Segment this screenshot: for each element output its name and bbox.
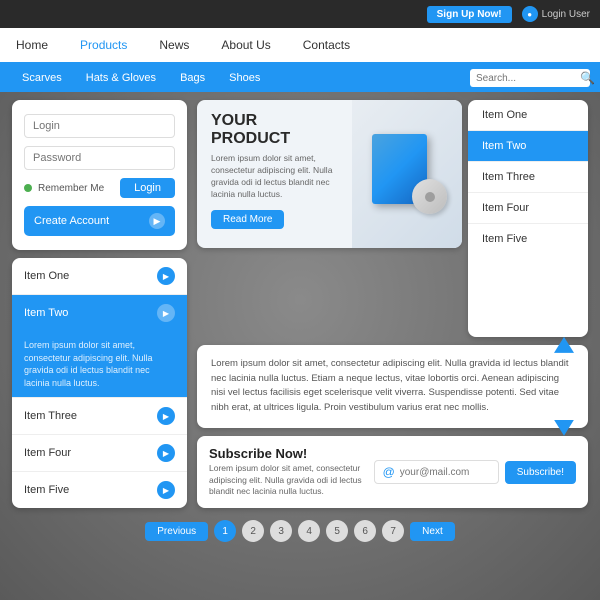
acc-play-4: ▶	[157, 444, 175, 462]
acc-play-2: ▶	[157, 304, 175, 322]
product-3d-image	[367, 129, 447, 219]
product-description: Lorem ipsum dolor sit amet, consectetur …	[211, 153, 338, 201]
user-icon: ●	[522, 6, 538, 22]
side-item-3[interactable]: Item Three	[468, 162, 588, 193]
read-more-button[interactable]: Read More	[211, 210, 284, 229]
acc-item-1: Item One ▶	[12, 258, 187, 295]
pagination-row: Previous 1 2 3 4 5 6 7 Next	[0, 520, 600, 542]
product-title: YOUR PRODUCT	[211, 112, 338, 147]
right-column: YOUR PRODUCT Lorem ipsum dolor sit amet,…	[197, 100, 588, 508]
subnav-bags[interactable]: Bags	[168, 72, 217, 84]
prev-button[interactable]: Previous	[145, 522, 208, 541]
email-input-wrap: @	[374, 460, 499, 484]
content-area: Remember Me Login Create Account ▶ Item …	[0, 92, 600, 516]
subnav-hats[interactable]: Hats & Gloves	[74, 72, 168, 84]
subnav-shoes[interactable]: Shoes	[217, 72, 272, 84]
side-item-5[interactable]: Item Five	[468, 224, 588, 254]
subnav-scarves[interactable]: Scarves	[10, 72, 74, 84]
page-7[interactable]: 7	[382, 520, 404, 542]
side-item-4[interactable]: Item Four	[468, 193, 588, 224]
acc-label-5: Item Five	[24, 484, 69, 496]
login-button[interactable]: Login	[120, 178, 175, 198]
subscribe-panel: Subscribe Now! Lorem ipsum dolor sit ame…	[197, 436, 588, 509]
sub-nav: Scarves Hats & Gloves Bags Shoes 🔍	[0, 64, 600, 92]
acc-header-3[interactable]: Item Three ▶	[12, 398, 187, 434]
product-text: YOUR PRODUCT Lorem ipsum dolor sit amet,…	[197, 100, 352, 248]
nav-item-contacts[interactable]: Contacts	[287, 28, 366, 64]
page-2[interactable]: 2	[242, 520, 264, 542]
page-3[interactable]: 3	[270, 520, 292, 542]
subscribe-input-area: @ Subscribe!	[374, 460, 576, 484]
login-input[interactable]	[24, 114, 175, 138]
subscribe-button[interactable]: Subscribe!	[505, 461, 576, 484]
scroll-up-arrow[interactable]	[554, 337, 574, 353]
acc-header-2[interactable]: Item Two ▶	[12, 295, 187, 331]
remember-label: Remember Me	[38, 183, 114, 194]
nav-item-about[interactable]: About Us	[205, 28, 286, 64]
nav-item-home[interactable]: Home	[0, 28, 64, 64]
acc-label-2: Item Two	[24, 307, 68, 319]
email-icon: @	[383, 465, 395, 479]
acc-item-2: Item Two ▶ Lorem ipsum dolor sit amet, c…	[12, 295, 187, 398]
page-1[interactable]: 1	[214, 520, 236, 542]
acc-play-3: ▶	[157, 407, 175, 425]
acc-label-1: Item One	[24, 270, 69, 282]
search-area: 🔍	[470, 69, 590, 87]
left-column: Remember Me Login Create Account ▶ Item …	[12, 100, 187, 508]
acc-item-3: Item Three ▶	[12, 398, 187, 435]
side-item-1[interactable]: Item One	[468, 100, 588, 131]
create-account-label: Create Account	[34, 215, 109, 227]
page-4[interactable]: 4	[298, 520, 320, 542]
acc-play-5: ▶	[157, 481, 175, 499]
side-item-2[interactable]: Item Two	[468, 131, 588, 162]
remember-indicator	[24, 184, 32, 192]
next-button[interactable]: Next	[410, 522, 455, 541]
scroll-down-arrow[interactable]	[554, 420, 574, 436]
item-list-side-panel: Item One Item Two Item Three Item Four I…	[468, 100, 588, 337]
search-icon: 🔍	[580, 71, 595, 85]
subscribe-title: Subscribe Now!	[209, 446, 364, 461]
subscribe-text: Subscribe Now! Lorem ipsum dolor sit ame…	[209, 446, 364, 499]
text-content-panel: Lorem ipsum dolor sit amet, consectetur …	[197, 345, 588, 428]
page-6[interactable]: 6	[354, 520, 376, 542]
arrow-right-icon: ▶	[149, 213, 165, 229]
email-input[interactable]	[400, 467, 490, 478]
acc-header-5[interactable]: Item Five ▶	[12, 472, 187, 508]
acc-header-1[interactable]: Item One ▶	[12, 258, 187, 294]
product-disc	[412, 179, 447, 214]
login-user-area: ● Login User	[522, 6, 590, 22]
acc-label-4: Item Four	[24, 447, 71, 459]
page-5[interactable]: 5	[326, 520, 348, 542]
right-top-row: YOUR PRODUCT Lorem ipsum dolor sit amet,…	[197, 100, 588, 337]
acc-body-2: Lorem ipsum dolor sit amet, consectetur …	[12, 331, 187, 397]
product-banner: YOUR PRODUCT Lorem ipsum dolor sit amet,…	[197, 100, 462, 248]
remember-row: Remember Me Login	[24, 178, 175, 198]
subscribe-description: Lorem ipsum dolor sit amet, consectetur …	[209, 463, 364, 499]
nav-item-news[interactable]: News	[143, 28, 205, 64]
acc-label-3: Item Three	[24, 410, 77, 422]
acc-header-4[interactable]: Item Four ▶	[12, 435, 187, 471]
login-user-label: Login User	[542, 9, 590, 20]
login-panel: Remember Me Login Create Account ▶	[12, 100, 187, 250]
create-account-button[interactable]: Create Account ▶	[24, 206, 175, 236]
nav-item-products[interactable]: Products	[64, 28, 143, 64]
accordion-panel: Item One ▶ Item Two ▶ Lorem ipsum dolor …	[12, 258, 187, 508]
text-content: Lorem ipsum dolor sit amet, consectetur …	[211, 357, 574, 416]
product-image	[352, 100, 462, 248]
signup-button[interactable]: Sign Up Now!	[427, 6, 512, 23]
password-input[interactable]	[24, 146, 175, 170]
top-bar: Sign Up Now! ● Login User	[0, 0, 600, 28]
acc-play-1: ▶	[157, 267, 175, 285]
acc-item-5: Item Five ▶	[12, 472, 187, 508]
nav-bar: Home Products News About Us Contacts	[0, 28, 600, 64]
acc-item-4: Item Four ▶	[12, 435, 187, 472]
search-input[interactable]	[476, 73, 576, 84]
